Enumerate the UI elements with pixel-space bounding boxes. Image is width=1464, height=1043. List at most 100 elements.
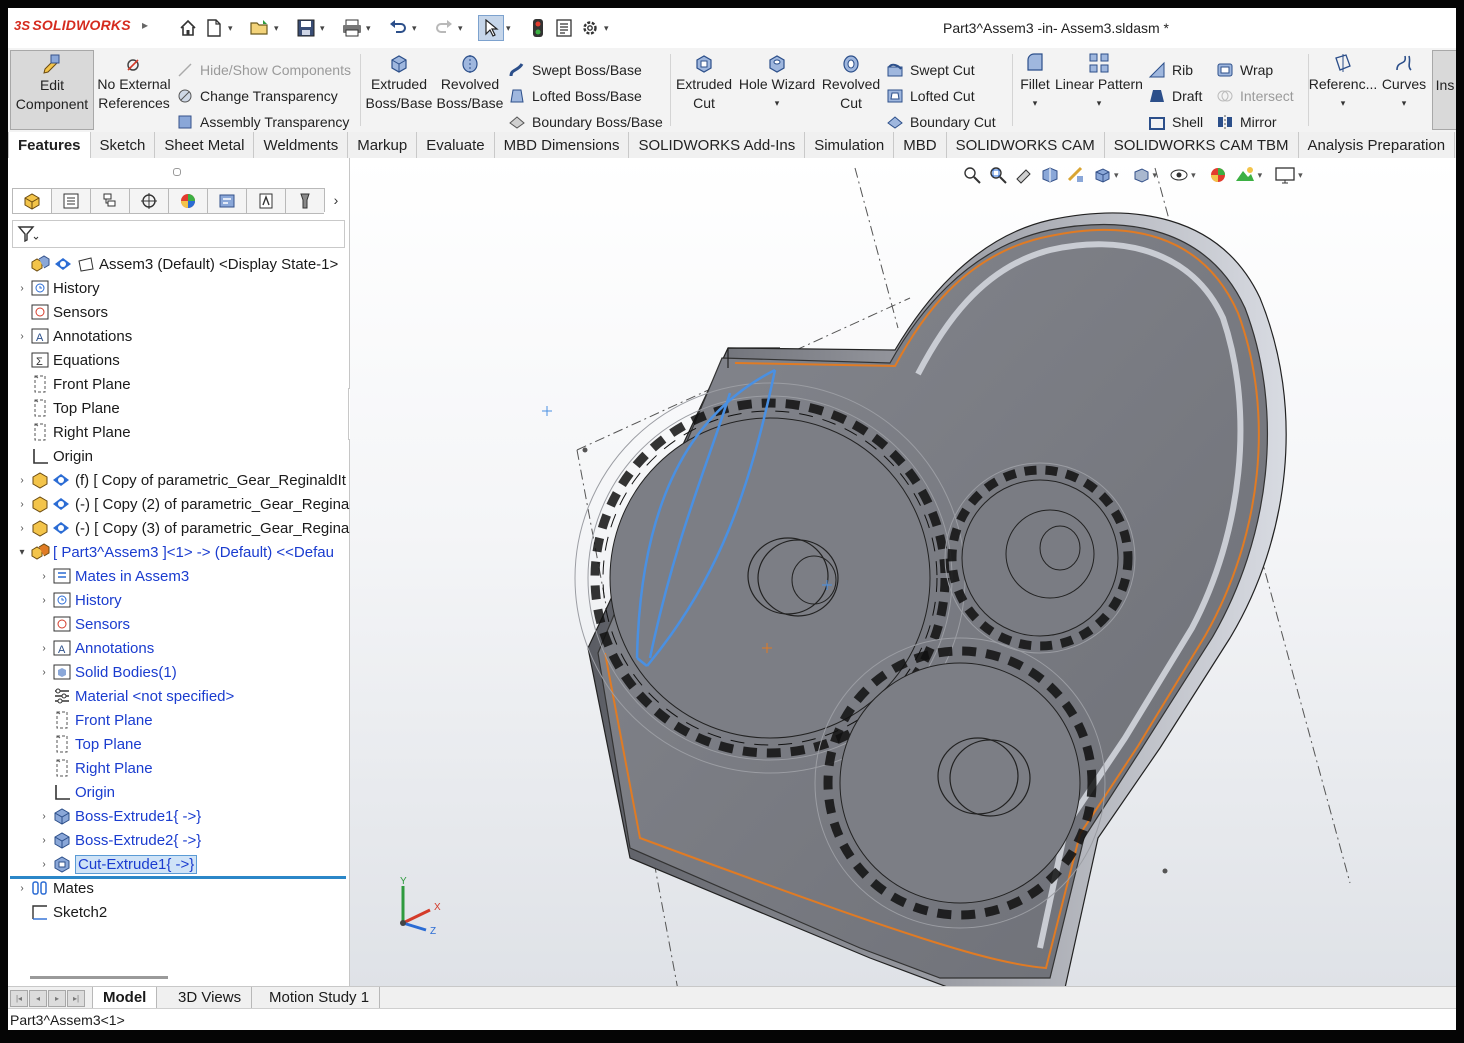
cam-operation-tree-tab-icon[interactable] bbox=[246, 188, 285, 214]
tree-filter-bar[interactable] bbox=[12, 220, 345, 248]
tree-part-annotations[interactable]: › A Annotations bbox=[36, 636, 154, 660]
tree-gear-copy-1[interactable]: › (f) [ Copy of parametric_Gear_ReginaldI… bbox=[14, 468, 346, 492]
expand-arrow-icon[interactable]: › bbox=[36, 643, 52, 654]
reference-dropdown-icon[interactable]: ▾ bbox=[1341, 94, 1346, 113]
curves-button[interactable]: Curves ▾ bbox=[1378, 50, 1430, 128]
prev-tab-icon[interactable]: ◂ bbox=[29, 990, 47, 1007]
tree-origin[interactable]: Origin bbox=[14, 444, 93, 468]
graphics-area[interactable]: ▾ ▾ ▾ ▾ ▾ Y X Z bbox=[350, 158, 1456, 986]
tab-solidworks-addins[interactable]: SOLIDWORKS Add-Ins bbox=[629, 132, 806, 158]
extruded-cut-button[interactable]: Extruded Cut bbox=[672, 50, 736, 128]
tab-sheet-metal[interactable]: Sheet Metal bbox=[155, 132, 255, 158]
tree-cut-extrude1[interactable]: › Cut-Extrude1{ ->} bbox=[36, 852, 198, 876]
undo-dropdown-icon[interactable]: ▾ bbox=[412, 23, 422, 34]
linear-pattern-dropdown-icon[interactable]: ▾ bbox=[1097, 94, 1102, 113]
tree-part-right-plane[interactable]: Right Plane bbox=[36, 756, 153, 780]
file-properties-icon[interactable] bbox=[552, 16, 576, 40]
tab-features[interactable]: Features bbox=[8, 132, 91, 158]
revolved-boss-button[interactable]: Revolved Boss/Base bbox=[434, 50, 506, 128]
expand-arrow-icon[interactable]: › bbox=[14, 331, 30, 342]
expand-arrow-icon[interactable]: › bbox=[36, 667, 52, 678]
expand-arrow-icon[interactable]: › bbox=[14, 883, 30, 894]
reference-geometry-button[interactable]: Referenc... ▾ bbox=[1309, 50, 1377, 128]
tree-part-top-plane[interactable]: Top Plane bbox=[36, 732, 142, 756]
print-dropdown-icon[interactable]: ▾ bbox=[366, 23, 376, 34]
rebuild-icon[interactable] bbox=[526, 16, 550, 40]
no-external-references-button[interactable]: No External References bbox=[96, 50, 172, 128]
expand-arrow-icon[interactable]: › bbox=[36, 859, 52, 870]
edit-component-button[interactable]: Edit Component bbox=[10, 50, 94, 130]
tab-markup[interactable]: Markup bbox=[348, 132, 418, 158]
shell-button[interactable]: Shell bbox=[1148, 110, 1203, 134]
expand-arrow-icon[interactable]: › bbox=[14, 283, 30, 294]
tab-analysis-preparation[interactable]: Analysis Preparation bbox=[1299, 132, 1456, 158]
options-gear-icon[interactable] bbox=[578, 16, 602, 40]
tree-history[interactable]: › History bbox=[14, 276, 99, 300]
tree-solid-bodies[interactable]: › Solid Bodies(1) bbox=[36, 660, 176, 684]
rib-button[interactable]: Rib bbox=[1148, 58, 1193, 82]
next-tab-icon[interactable]: ▸ bbox=[48, 990, 66, 1007]
property-manager-tab-icon[interactable] bbox=[51, 188, 90, 214]
tab-motion-study-1[interactable]: Motion Study 1 bbox=[259, 987, 381, 1008]
undo-icon[interactable] bbox=[386, 16, 410, 40]
tree-mates-in-assem3[interactable]: › Mates in Assem3 bbox=[36, 564, 189, 588]
boundary-cut-button[interactable]: Boundary Cut bbox=[886, 110, 996, 134]
cam-tools-tab-icon[interactable] bbox=[285, 188, 324, 214]
extruded-boss-button[interactable]: Extruded Boss/Base bbox=[364, 50, 434, 128]
print-icon[interactable] bbox=[340, 16, 364, 40]
tree-part-sensors[interactable]: Sensors bbox=[36, 612, 130, 636]
first-tab-icon[interactable]: |◂ bbox=[10, 990, 28, 1007]
fillet-dropdown-icon[interactable]: ▾ bbox=[1033, 94, 1038, 113]
expand-arrow-icon[interactable]: › bbox=[14, 475, 30, 486]
tab-solidworks-cam-tbm[interactable]: SOLIDWORKS CAM TBM bbox=[1105, 132, 1299, 158]
tree-material[interactable]: Material <not specified> bbox=[36, 684, 234, 708]
expand-arrow-icon[interactable]: › bbox=[14, 499, 30, 510]
tree-boss-extrude2[interactable]: › Boss-Extrude2{ ->} bbox=[36, 828, 201, 852]
save-icon[interactable] bbox=[294, 16, 318, 40]
swept-boss-button[interactable]: Swept Boss/Base bbox=[508, 58, 642, 82]
new-document-icon[interactable] bbox=[202, 16, 226, 40]
solidworks-logo[interactable]: 3S SOLIDWORKS bbox=[14, 17, 131, 33]
tree-top-plane[interactable]: Top Plane bbox=[14, 396, 120, 420]
cam-feature-tree-tab-icon[interactable] bbox=[207, 188, 246, 214]
assembly-transparency-button[interactable]: Assembly Transparency bbox=[176, 110, 349, 134]
tree-annotations[interactable]: › A Annotations bbox=[14, 324, 132, 348]
tree-gear-copy-3[interactable]: › (-) [ Copy (3) of parametric_Gear_Regin… bbox=[14, 516, 349, 540]
tree-root[interactable]: Assem3 (Default) <Display State-1> bbox=[14, 252, 338, 276]
tab-model[interactable]: Model bbox=[92, 987, 158, 1008]
fillet-button[interactable]: Fillet ▾ bbox=[1014, 50, 1056, 128]
tab-evaluate[interactable]: Evaluate bbox=[417, 132, 495, 158]
open-dropdown-icon[interactable]: ▾ bbox=[274, 23, 284, 34]
expand-arrow-icon[interactable]: ▾ bbox=[14, 547, 30, 558]
tree-equations[interactable]: Σ Equations bbox=[14, 348, 120, 372]
rollback-bar[interactable] bbox=[10, 876, 346, 879]
linear-pattern-button[interactable]: Linear Pattern ▾ bbox=[1054, 50, 1144, 128]
expand-arrow-icon[interactable]: › bbox=[14, 523, 30, 534]
dimxpert-tab-icon[interactable] bbox=[129, 188, 168, 214]
display-manager-tab-icon[interactable] bbox=[168, 188, 207, 214]
save-dropdown-icon[interactable]: ▾ bbox=[320, 23, 330, 34]
tree-right-plane[interactable]: Right Plane bbox=[14, 420, 131, 444]
open-folder-icon[interactable] bbox=[248, 16, 272, 40]
tab-sketch[interactable]: Sketch bbox=[91, 132, 156, 158]
tree-part3[interactable]: ▾ [ Part3^Assem3 ]<1> -> (Default) <<Defa… bbox=[14, 540, 334, 564]
insert-cut-button[interactable]: Ins bbox=[1432, 50, 1456, 130]
revolved-cut-button[interactable]: Revolved Cut bbox=[818, 50, 884, 128]
tree-sensors[interactable]: Sensors bbox=[14, 300, 108, 324]
expand-arrow-icon[interactable]: › bbox=[36, 835, 52, 846]
wrap-button[interactable]: Wrap bbox=[1216, 58, 1273, 82]
select-dropdown-icon[interactable]: ▾ bbox=[506, 23, 516, 34]
tree-gear-copy-2[interactable]: › (-) [ Copy (2) of parametric_Gear_Regin… bbox=[14, 492, 349, 516]
tree-part-origin[interactable]: Origin bbox=[36, 780, 115, 804]
tab-3d-views[interactable]: 3D Views bbox=[168, 987, 253, 1008]
model-canvas[interactable]: Y X Z bbox=[350, 158, 1456, 986]
tree-part-front-plane[interactable]: Front Plane bbox=[36, 708, 153, 732]
tab-weldments[interactable]: Weldments bbox=[254, 132, 349, 158]
hole-wizard-button[interactable]: Hole Wizard ▾ bbox=[738, 50, 816, 128]
draft-button[interactable]: Draft bbox=[1148, 84, 1202, 108]
tree-front-plane[interactable]: Front Plane bbox=[14, 372, 131, 396]
tab-mbd[interactable]: MBD bbox=[894, 132, 947, 158]
boundary-boss-button[interactable]: Boundary Boss/Base bbox=[508, 110, 663, 134]
mirror-button[interactable]: Mirror bbox=[1216, 110, 1277, 134]
hole-wizard-dropdown-icon[interactable]: ▾ bbox=[775, 94, 780, 113]
